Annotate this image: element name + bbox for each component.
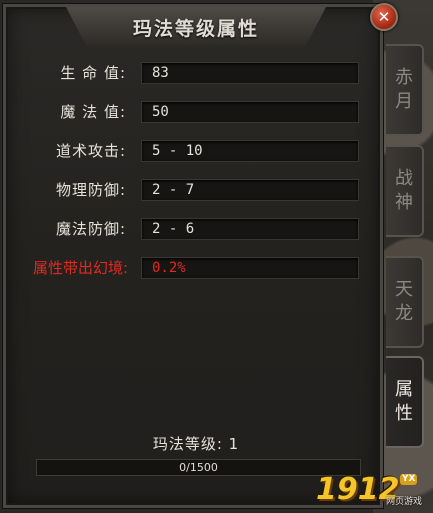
tab-label: 性 (395, 403, 413, 424)
attr-row-mp: 魔 法 值: 50 (6, 99, 386, 125)
tab-tianlong[interactable]: 天 龙 (386, 256, 424, 348)
attr-label: 生 命 值: (60, 64, 126, 82)
attr-row-physical-defense: 物理防御: 2 - 7 (6, 177, 386, 203)
tab-label: 神 (395, 192, 413, 213)
panel-title: 玛法等级属性 (132, 18, 259, 40)
tab-label: 天 (395, 279, 413, 300)
attr-value: 2 - 7 (152, 182, 195, 198)
attr-row-illusion-carry: 属性带出幻境: 0.2% (6, 255, 386, 281)
attr-value-box: 2 - 6 (141, 218, 359, 240)
mafa-level-label: 玛法等级: 1 (152, 435, 240, 453)
attr-value-box: 83 (141, 62, 359, 84)
attr-value: 0.2% (152, 260, 186, 276)
attr-row-hp: 生 命 值: 83 (6, 60, 386, 86)
attr-label: 属性带出幻境: (32, 259, 128, 277)
attr-value: 83 (152, 65, 169, 81)
attr-value-box: 2 - 7 (141, 179, 359, 201)
attr-label: 道术攻击: (55, 142, 126, 160)
logo-subtitle: 网页游戏 (386, 497, 423, 507)
logo-yx-badge: YX (400, 474, 418, 485)
attr-value-box: 50 (141, 101, 359, 123)
close-button[interactable]: ✕ (370, 3, 398, 31)
attr-value-box: 5 - 10 (141, 140, 359, 162)
attr-label: 魔法防御: (55, 220, 126, 238)
tab-label: 月 (395, 91, 413, 112)
attr-value-box: 0.2% (141, 257, 359, 279)
tab-label: 赤 (395, 67, 413, 88)
tab-attributes[interactable]: 属 性 (386, 356, 424, 448)
attr-row-magic-defense: 魔法防御: 2 - 6 (6, 216, 386, 242)
attr-label: 物理防御: (55, 181, 126, 199)
experience-progress-bar: 0/1500 (36, 459, 361, 476)
tab-chiyue[interactable]: 赤 月 (386, 44, 424, 136)
attr-value: 5 - 10 (152, 143, 203, 159)
tab-zhanshen[interactable]: 战 神 (386, 145, 424, 237)
site-logo: 1912 YX 网页游戏 (316, 472, 431, 510)
attr-value: 50 (152, 104, 169, 120)
attr-label: 魔 法 值: (60, 103, 126, 121)
attr-value: 2 - 6 (152, 221, 195, 237)
tab-label: 战 (395, 168, 413, 189)
attribute-panel: 玛法等级属性 生 命 值: 83 魔 法 值: 50 道术攻击: 5 - 10 … (3, 4, 383, 508)
tab-label: 属 (395, 379, 413, 400)
experience-progress-text: 0/1500 (179, 461, 218, 474)
tab-label: 龙 (395, 303, 413, 324)
attr-row-taoist-attack: 道术攻击: 5 - 10 (6, 138, 386, 164)
